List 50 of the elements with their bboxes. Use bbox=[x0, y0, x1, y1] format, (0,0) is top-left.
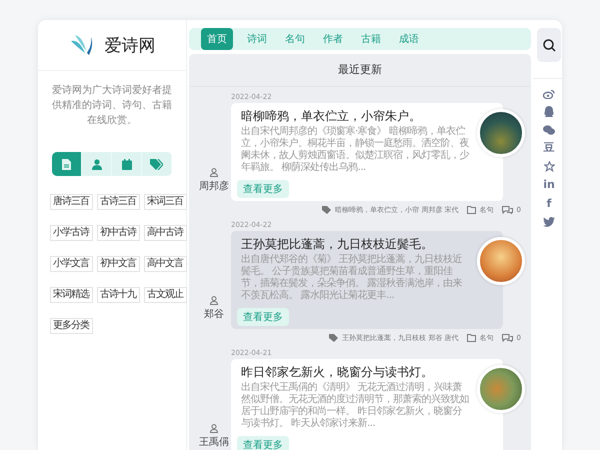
bird-icon[interactable] bbox=[543, 217, 555, 227]
search-button[interactable] bbox=[537, 28, 561, 62]
category-link[interactable]: 小学古诗 bbox=[50, 225, 93, 241]
document-tab[interactable] bbox=[52, 152, 82, 176]
social-link[interactable]: f bbox=[546, 198, 552, 210]
category-link[interactable]: 小学文言 bbox=[50, 256, 93, 272]
author-name: 周邦彦 bbox=[199, 180, 229, 193]
category-link[interactable]: 初中文言 bbox=[97, 256, 140, 272]
folder-icon bbox=[466, 334, 476, 342]
site-name: 爱诗网 bbox=[104, 34, 156, 56]
person-icon bbox=[210, 296, 218, 305]
star-icon[interactable] bbox=[544, 161, 554, 172]
category-link[interactable]: 高中文言 bbox=[144, 256, 187, 272]
author-name: 郑谷 bbox=[204, 308, 224, 321]
folder-icon bbox=[466, 206, 476, 214]
document-icon bbox=[62, 158, 71, 170]
tag-icon bbox=[322, 206, 332, 214]
person-icon bbox=[210, 424, 218, 433]
category-link[interactable]: 更多分类 bbox=[50, 318, 93, 334]
tag-icon bbox=[150, 158, 163, 170]
penguin-icon[interactable] bbox=[544, 106, 554, 118]
social-link[interactable]: 豆 bbox=[544, 142, 554, 154]
category-link[interactable]: 古诗三百 bbox=[97, 194, 140, 210]
calendar-icon bbox=[122, 158, 132, 170]
social-link[interactable]: in bbox=[543, 179, 555, 191]
user-icon bbox=[92, 158, 102, 170]
tag-icon bbox=[329, 334, 338, 342]
post-excerpt: 出自唐代郑谷的《菊》 王孙莫把比蓬蒿，九日枝枝近鬓毛。 公子贵族莫把菊苗看成普通野生草，重阳佳节，插菊在鬓发，朵朵争俏。 露湿秋香满池岸，由来不羡瓦松高。 露水阳光让菊花更丰... bbox=[241, 254, 464, 302]
category-link[interactable]: 古文观止 bbox=[144, 287, 187, 303]
post-title[interactable]: 昨日邻家乞新火，晓窗分与读书灯。 bbox=[241, 365, 469, 380]
post-excerpt: 出自宋代王禹偁的《清明》 无花无酒过清明，兴味萧然似野僧。无花无酒的度过清明节，那萧索的兴致犹如居于山野庙宇的和尚一样。 昨日邻家乞新火，晓窗分与读书灯。 昨天从邻家讨来新... bbox=[241, 382, 470, 430]
section-title: 最近更新 bbox=[189, 54, 531, 87]
chat-bubbles-icon[interactable] bbox=[543, 125, 555, 135]
category-link[interactable]: 古诗十九 bbox=[97, 287, 140, 303]
category-link[interactable]: 宋词精选 bbox=[50, 287, 93, 303]
category-link[interactable]: 宋词三百 bbox=[144, 194, 187, 210]
post-excerpt: 出自宋代周邦彦的《琐窗寒·寒食》 暗柳啼鸦，单衣伫立，小帘朱户。桐花半亩，静锁一庭愁雨。洒空阶、夜阑未休，故人剪烛西窗语。似楚江暝宿，风灯零乱，少年羁旅。 柳荫深处传出乌鸦... bbox=[241, 126, 470, 174]
comments-icon bbox=[502, 334, 513, 342]
photo-placeholder bbox=[477, 237, 525, 285]
person-icon bbox=[210, 168, 218, 177]
category-link[interactable]: 唐诗三百 bbox=[50, 194, 93, 210]
author-name: 王禹偁 bbox=[199, 436, 229, 449]
site-description: 爱诗网为广大诗词爱好者提供精准的诗词、诗句、古籍在线欣赏。 bbox=[51, 84, 173, 128]
post-title[interactable]: 王孙莫把比蓬蒿，九日枝枝近鬓毛。 bbox=[241, 237, 469, 252]
weibo-icon[interactable] bbox=[543, 89, 555, 99]
category-link[interactable]: 高中古诗 bbox=[144, 225, 187, 241]
search-icon bbox=[542, 38, 556, 52]
comments-icon bbox=[502, 206, 513, 214]
post-title[interactable]: 暗柳啼鸦，单衣伫立，小帘朱户。 bbox=[241, 109, 469, 124]
category-link[interactable]: 初中古诗 bbox=[97, 225, 140, 241]
